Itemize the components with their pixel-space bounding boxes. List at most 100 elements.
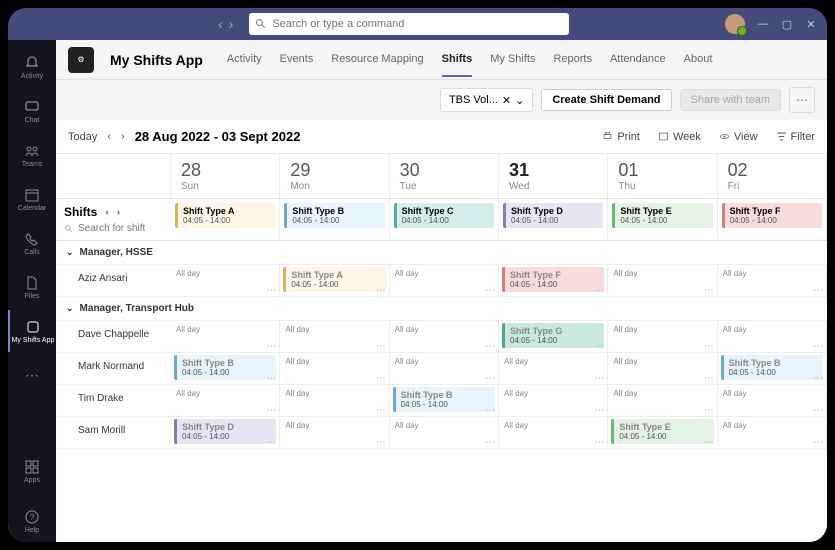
day-cell[interactable]: All day⋯ <box>390 353 499 384</box>
day-cell[interactable]: Shift Type D04:05 - 14:00⋯ <box>171 417 280 448</box>
cell-more-icon[interactable]: ⋯ <box>813 285 823 296</box>
filter-button[interactable]: Filter <box>776 131 815 143</box>
day-cell[interactable]: All day⋯ <box>171 265 280 296</box>
cell-more-icon[interactable]: ⋯ <box>704 437 714 448</box>
day-cell[interactable]: All day⋯ <box>390 417 499 448</box>
cell-more-icon[interactable]: ⋯ <box>704 341 714 352</box>
prev-icon[interactable]: ‹ <box>105 207 108 218</box>
day-cell[interactable]: Shift Type G04:05 - 14:00⋯ <box>499 321 608 352</box>
prev-week-icon[interactable]: ‹ <box>107 131 111 143</box>
tab-events[interactable]: Events <box>280 43 314 77</box>
rail-calls[interactable]: Calls <box>8 222 56 264</box>
rail-calendar[interactable]: Calendar <box>8 178 56 220</box>
tab-reports[interactable]: Reports <box>553 43 592 77</box>
day-cell[interactable]: All day⋯ <box>280 385 389 416</box>
day-cell[interactable]: All day⋯ <box>499 353 608 384</box>
day-cell[interactable]: All day⋯ <box>171 321 280 352</box>
rail-help[interactable]: ?Help <box>8 500 56 542</box>
day-cell[interactable]: Shift Type B04:05 - 14:00⋯ <box>171 353 280 384</box>
day-cell[interactable]: Shift Type B04:05 - 14:00⋯ <box>390 385 499 416</box>
day-cell[interactable]: All day⋯ <box>171 385 280 416</box>
cell-more-icon[interactable]: ⋯ <box>813 405 823 416</box>
cell-more-icon[interactable]: ⋯ <box>813 373 823 384</box>
next-week-icon[interactable]: › <box>121 131 125 143</box>
day-cell[interactable]: Shift Type B04:05 - 14:00⋯ <box>718 353 827 384</box>
shift-card[interactable]: Shift Type B04:05 - 14:00 <box>393 387 495 412</box>
shift-card[interactable]: Shift Type B04:05 - 14:00 <box>721 355 823 380</box>
rail-files[interactable]: Files <box>8 266 56 308</box>
tab-attendance[interactable]: Attendance <box>610 43 666 77</box>
shift-card[interactable]: Shift Type B04:05 - 14:00 <box>284 203 384 228</box>
cell-more-icon[interactable]: ⋯ <box>266 341 276 352</box>
volume-chip[interactable]: TBS Vol... ✕ ⌄ <box>440 88 533 112</box>
tab-resource-mapping[interactable]: Resource Mapping <box>331 43 423 77</box>
shift-card[interactable]: Shift Type B04:05 - 14:00 <box>174 355 276 380</box>
shift-card[interactable]: Shift Type A04:05 - 14:00 <box>175 203 275 228</box>
day-cell[interactable]: All day⋯ <box>280 321 389 352</box>
cell-more-icon[interactable]: ⋯ <box>485 405 495 416</box>
day-cell[interactable]: All day⋯ <box>499 417 608 448</box>
cell-more-icon[interactable]: ⋯ <box>813 437 823 448</box>
day-cell[interactable]: All day⋯ <box>608 385 717 416</box>
cell-more-icon[interactable]: ⋯ <box>594 341 604 352</box>
day-cell[interactable]: All day⋯ <box>280 353 389 384</box>
next-icon[interactable]: › <box>117 207 120 218</box>
maximize-button[interactable]: ▢ <box>781 18 793 30</box>
rail-activity[interactable]: Activity <box>8 46 56 88</box>
cell-more-icon[interactable]: ⋯ <box>266 405 276 416</box>
rail-apps[interactable]: Apps <box>8 450 56 492</box>
chevron-down-icon[interactable]: ⌄ <box>66 303 74 314</box>
shift-card[interactable]: Shift Type A04:05 - 14:00 <box>283 267 385 292</box>
cell-more-icon[interactable]: ⋯ <box>266 285 276 296</box>
chevron-down-icon[interactable]: ⌄ <box>515 94 524 107</box>
shift-card[interactable]: Shift Type D04:05 - 14:00 <box>503 203 603 228</box>
shift-card[interactable]: Shift Type D04:05 - 14:00 <box>174 419 276 444</box>
day-cell[interactable]: All day⋯ <box>608 321 717 352</box>
cell-more-icon[interactable]: ⋯ <box>485 285 495 296</box>
group-header[interactable]: ⌄Manager, Transport Hub <box>56 297 827 321</box>
week-button[interactable]: Week <box>658 131 701 143</box>
tab-about[interactable]: About <box>684 43 713 77</box>
cell-more-icon[interactable]: ⋯ <box>813 341 823 352</box>
search-bar[interactable] <box>249 13 569 35</box>
day-cell[interactable]: All day⋯ <box>608 265 717 296</box>
cell-more-icon[interactable]: ⋯ <box>485 373 495 384</box>
day-cell[interactable]: All day⋯ <box>718 321 827 352</box>
day-cell[interactable]: All day⋯ <box>499 385 608 416</box>
cell-more-icon[interactable]: ⋯ <box>266 373 276 384</box>
rail-my-shifts-app[interactable]: My Shifts App <box>8 310 56 352</box>
day-cell[interactable]: All day⋯ <box>718 265 827 296</box>
cell-more-icon[interactable]: ⋯ <box>704 405 714 416</box>
cell-more-icon[interactable]: ⋯ <box>376 373 386 384</box>
tab-my-shifts[interactable]: My Shifts <box>490 43 535 77</box>
day-cell[interactable]: All day⋯ <box>718 417 827 448</box>
cell-more-icon[interactable]: ⋯ <box>704 285 714 296</box>
shift-card[interactable]: Shift Type E04:05 - 14:00 <box>611 419 713 444</box>
view-button[interactable]: View <box>719 131 758 143</box>
cell-more-icon[interactable]: ⋯ <box>485 437 495 448</box>
cell-more-icon[interactable]: ⋯ <box>266 437 276 448</box>
tab-activity[interactable]: Activity <box>227 43 262 77</box>
shift-card[interactable]: Shift Type G04:05 - 14:00 <box>502 323 604 348</box>
day-cell[interactable]: Shift Type A04:05 - 14:00⋯ <box>280 265 389 296</box>
tab-shifts[interactable]: Shifts <box>442 43 473 77</box>
cell-more-icon[interactable]: ⋯ <box>376 285 386 296</box>
cell-more-icon[interactable]: ⋯ <box>485 341 495 352</box>
search-input[interactable] <box>272 18 563 30</box>
shift-search-input[interactable] <box>78 223 148 234</box>
more-button[interactable]: ⋯ <box>789 87 815 113</box>
cell-more-icon[interactable]: ⋯ <box>704 373 714 384</box>
create-shift-button[interactable]: Create Shift Demand <box>541 89 671 111</box>
forward-icon[interactable]: › <box>229 16 234 32</box>
day-cell[interactable]: All day⋯ <box>718 385 827 416</box>
avatar[interactable] <box>725 14 745 34</box>
rail-more[interactable]: ⋯ <box>8 354 56 396</box>
cell-more-icon[interactable]: ⋯ <box>376 437 386 448</box>
cell-more-icon[interactable]: ⋯ <box>376 405 386 416</box>
shift-card[interactable]: Shift Type E04:05 - 14:00 <box>612 203 712 228</box>
back-icon[interactable]: ‹ <box>218 16 223 32</box>
day-cell[interactable]: Shift Type E04:05 - 14:00⋯ <box>608 417 717 448</box>
minimize-button[interactable]: — <box>757 18 769 30</box>
shift-card[interactable]: Shift Type F04:05 - 14:00 <box>722 203 822 228</box>
rail-chat[interactable]: Chat <box>8 90 56 132</box>
